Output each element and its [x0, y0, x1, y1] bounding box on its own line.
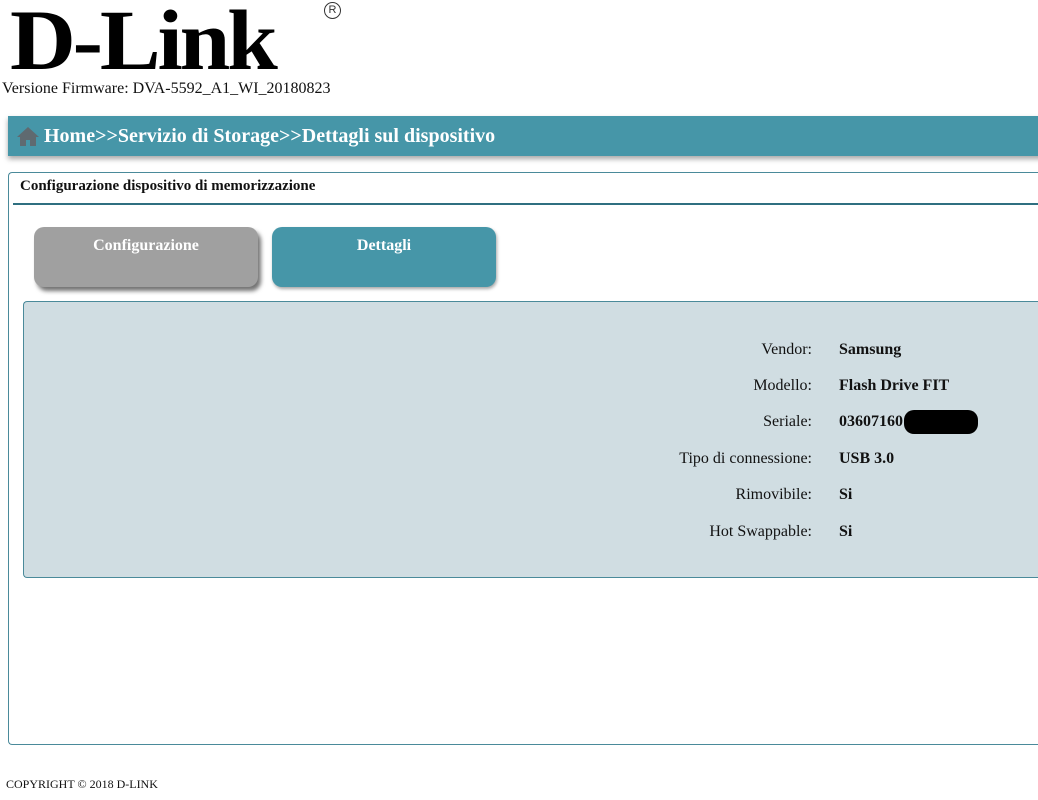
detail-label: Seriale: — [763, 413, 812, 430]
detail-value: USB 3.0 — [839, 450, 895, 467]
serial-value: 03607160 — [839, 413, 903, 430]
detail-label: Vendor: — [761, 341, 812, 358]
device-details-panel: Vendor: Samsung Modello: Flash Drive FIT… — [23, 301, 1038, 578]
tab-configurazione[interactable]: Configurazione — [34, 227, 258, 287]
detail-label: Tipo di connessione: — [679, 450, 812, 467]
storage-config-container: Configurazione dispositivo di memorizzaz… — [8, 172, 1038, 745]
detail-row-serial: Seriale: 03607160 — [24, 410, 1038, 434]
title-divider — [13, 203, 1038, 205]
home-icon[interactable] — [16, 125, 40, 147]
detail-value-wrap: 03607160 — [839, 410, 978, 434]
detail-row-model: Modello: Flash Drive FIT — [24, 374, 1038, 398]
section-title: Configurazione dispositivo di memorizzaz… — [20, 178, 316, 194]
detail-label: Rimovibile: — [735, 486, 812, 503]
detail-row-hot-swappable: Hot Swappable: Si — [24, 520, 1038, 544]
detail-row-connection: Tipo di connessione: USB 3.0 — [24, 447, 1038, 471]
breadcrumb-bar: Home>>Servizio di Storage>>Dettagli sul … — [8, 116, 1038, 156]
redaction-block — [904, 410, 978, 434]
firmware-version: Versione Firmware: DVA-5592_A1_WI_201808… — [2, 80, 331, 97]
tab-dettagli[interactable]: Dettagli — [272, 227, 496, 287]
detail-label: Hot Swappable: — [709, 523, 812, 540]
detail-row-removable: Rimovibile: Si — [24, 483, 1038, 507]
detail-row-vendor: Vendor: Samsung — [24, 338, 1038, 362]
page: D-Link R Versione Firmware: DVA-5592_A1_… — [0, 0, 1038, 800]
detail-value: Flash Drive FIT — [839, 377, 950, 394]
detail-value: Samsung — [839, 341, 902, 358]
detail-value: Si — [839, 523, 853, 540]
dlink-logo: D-Link — [10, 0, 278, 88]
copyright-footer: COPYRIGHT © 2018 D-LINK — [6, 777, 158, 791]
breadcrumb[interactable]: Home>>Servizio di Storage>>Dettagli sul … — [44, 125, 495, 148]
registered-mark: R — [324, 2, 341, 19]
detail-value: Si — [839, 486, 853, 503]
detail-label: Modello: — [753, 377, 812, 394]
